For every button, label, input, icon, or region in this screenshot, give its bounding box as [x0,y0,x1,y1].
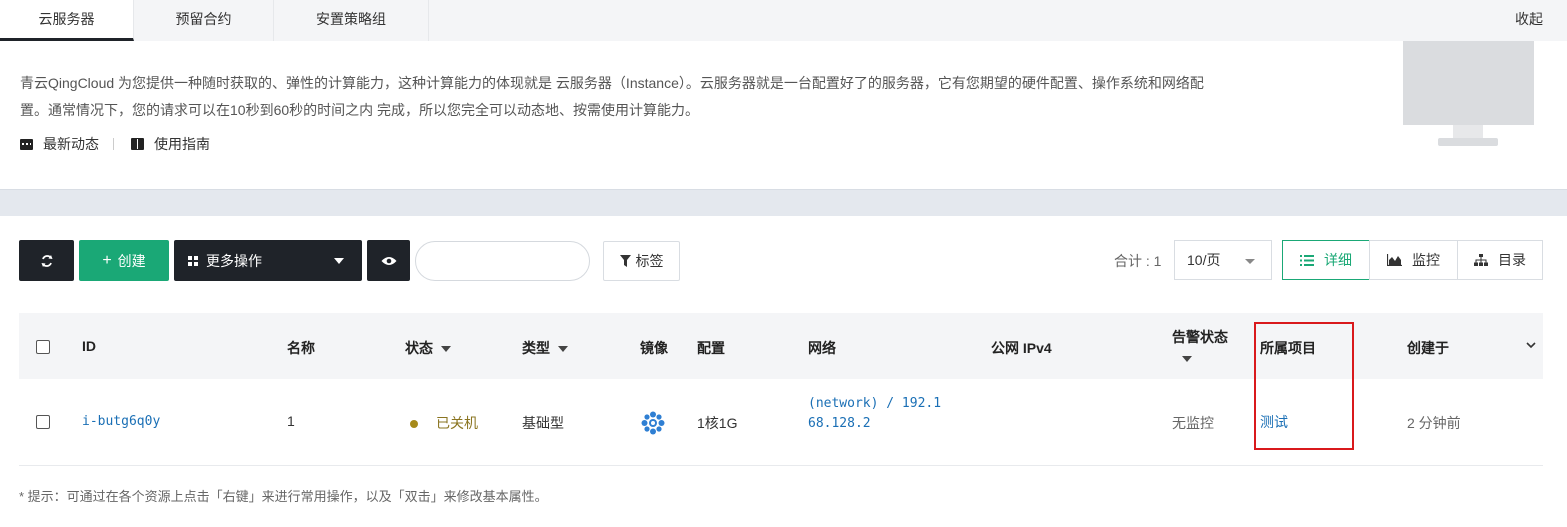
instance-alarm-status: 无监控 [1172,415,1214,431]
column-alarm-label: 告警状态 [1172,329,1228,345]
total-count: 合计 : 1 [1114,253,1162,269]
column-created[interactable]: 创建于 [1407,338,1449,358]
highlight-box [1254,322,1354,450]
tag-filter-button[interactable]: 标签 [603,241,680,281]
grid-icon [188,255,198,266]
view-detail-button[interactable]: 详细 [1282,240,1370,280]
sort-caret-icon[interactable] [1182,356,1192,363]
refresh-button[interactable] [19,240,74,281]
more-actions-dropdown[interactable]: 更多操作 [174,240,362,281]
user-guide-label: 使用指南 [154,136,210,152]
network-line-1: (network) / 192.1 [808,396,942,411]
image-os-icon[interactable] [641,411,665,435]
create-label: 创建 [117,252,146,269]
refresh-icon [41,254,52,267]
column-image[interactable]: 镜像 [640,338,668,358]
intro-line-1: 青云QingCloud 为您提供一种随时获取的、弹性的计算能力，这种计算能力的体… [20,75,1204,91]
intro-links: 最新动态 使用指南 [20,134,210,154]
view-monitor-label: 监控 [1412,252,1440,268]
monitor-base [1438,138,1498,146]
column-id[interactable]: ID [82,338,96,354]
column-alarm-status[interactable]: 告警状态 [1172,327,1228,363]
more-actions-label: 更多操作 [206,252,262,269]
filter-icon [619,255,631,267]
instance-config: 1核1G [697,415,738,431]
row-checkbox[interactable] [36,415,50,429]
area-chart-icon [1387,254,1402,266]
chevron-down-icon[interactable] [1526,342,1536,349]
book-icon [131,138,144,150]
list-icon [1300,254,1314,266]
column-status-label: 状态 [405,340,433,356]
latest-news-label: 最新动态 [43,136,99,152]
instance-network-link[interactable]: (network) / 192.1 68.128.2 [808,394,941,434]
search-input[interactable] [415,241,590,281]
instance-type: 基础型 [522,415,564,431]
caret-down-icon [1245,259,1255,264]
column-public-ipv4[interactable]: 公网 IPv4 [991,338,1052,358]
monitor-screen [1403,41,1534,125]
message-icon [20,138,33,150]
collapse-button[interactable]: 收起 [1515,0,1543,38]
instance-status: 已关机 [410,413,478,433]
sort-caret-icon[interactable] [441,346,451,353]
network-line-2: 68.128.2 [808,416,871,431]
column-type-label: 类型 [522,340,550,356]
tab-placement-groups[interactable]: 安置策略组 [274,0,429,41]
user-guide-link[interactable]: 使用指南 [131,134,210,154]
link-divider [113,138,114,150]
monitor-neck [1453,125,1483,138]
column-config[interactable]: 配置 [697,338,725,358]
instance-id-link[interactable]: i-butg6q0y [82,414,160,429]
plus-icon: + [102,251,112,269]
latest-news-link[interactable]: 最新动态 [20,134,99,154]
sitemap-icon [1474,254,1488,266]
instance-name: 1 [287,413,295,429]
view-detail-label: 详细 [1324,252,1352,268]
view-monitor-button[interactable]: 监控 [1369,240,1458,280]
create-button[interactable]: + 创建 [79,240,169,281]
eye-icon [381,256,396,265]
page-size-value: 10/页 [1187,252,1221,268]
instance-created-time: 2 分钟前 [1407,415,1461,431]
toggle-columns-button[interactable] [367,240,410,281]
sort-caret-icon[interactable] [558,346,568,353]
tab-instances[interactable]: 云服务器 [0,0,134,41]
status-dot [410,420,418,429]
usage-tip: * 提示：可通过在各个资源上点击「右键」来进行常用操作，以及「双击」来修改基本属… [19,489,548,504]
column-status[interactable]: 状态 [405,338,451,358]
select-all-checkbox[interactable] [36,340,50,354]
tab-bar: 云服务器 预留合约 安置策略组 收起 [0,0,1567,41]
tag-filter-label: 标签 [635,253,664,269]
section-divider-band [0,189,1567,216]
page-size-select[interactable]: 10/页 [1174,240,1272,280]
column-type[interactable]: 类型 [522,338,568,358]
column-name[interactable]: 名称 [287,338,315,358]
view-directory-label: 目录 [1498,252,1526,268]
intro-line-2: 置。通常情况下，您的请求可以在10秒到60秒的时间之内 完成，所以您完全可以动态… [20,102,700,118]
intro-description: 青云QingCloud 为您提供一种随时获取的、弹性的计算能力，这种计算能力的体… [20,70,1320,124]
tab-reserved-contracts[interactable]: 预留合约 [134,0,274,41]
column-network[interactable]: 网络 [808,338,836,358]
status-label: 已关机 [436,415,478,431]
view-directory-button[interactable]: 目录 [1457,240,1543,280]
caret-down-icon [334,258,344,264]
